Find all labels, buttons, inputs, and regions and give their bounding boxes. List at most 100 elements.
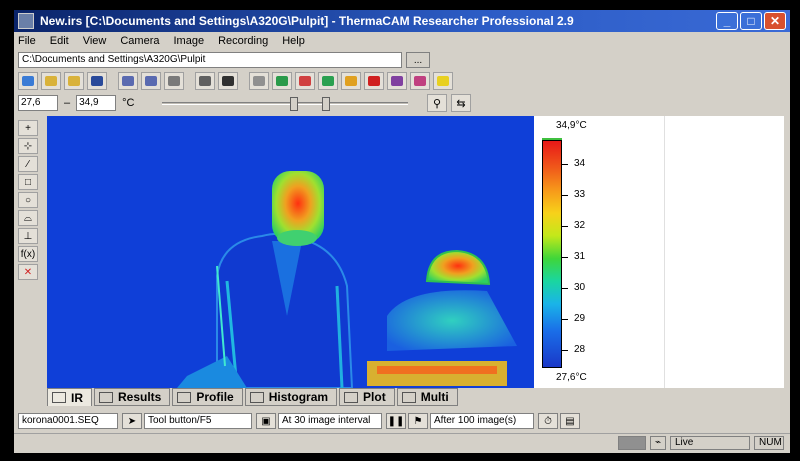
- help-icon: [437, 76, 449, 86]
- stop-button[interactable]: [364, 72, 384, 90]
- record-icon: [391, 76, 403, 86]
- menu-help[interactable]: Help: [282, 35, 305, 47]
- recording-row: korona0001.SEQ ➤ Tool button/F5 ▣ At 30 …: [18, 412, 582, 430]
- slider-min-thumb[interactable]: [290, 97, 298, 111]
- finish-flag-button[interactable]: ⚑: [408, 413, 428, 429]
- tab-profile[interactable]: Profile: [172, 388, 243, 406]
- tab-label: Histogram: [268, 390, 329, 404]
- scale-min-label: 27,6°C: [556, 372, 587, 383]
- scale-tick: [562, 350, 568, 351]
- tab-label: Plot: [363, 390, 386, 404]
- record-button[interactable]: [387, 72, 407, 90]
- new-button[interactable]: [18, 72, 38, 90]
- swap-range-button[interactable]: ⇆: [451, 94, 471, 112]
- scale-tick: [562, 226, 568, 227]
- scale-tick-label: 33: [574, 189, 586, 200]
- save-button[interactable]: [87, 72, 107, 90]
- sequence-file-field[interactable]: korona0001.SEQ: [18, 413, 118, 429]
- view-tabs: IR Results Profile Histogram Plot Multi: [47, 388, 460, 406]
- flag-icon: ⚑: [413, 415, 423, 427]
- pointer-icon: ➤: [127, 415, 137, 427]
- pause-button[interactable]: ❚❚: [386, 413, 406, 429]
- app-icon[interactable]: [18, 13, 34, 29]
- range-min-field[interactable]: 27,6: [18, 95, 58, 111]
- range-slider[interactable]: [162, 97, 408, 111]
- bulb-button[interactable]: [341, 72, 361, 90]
- star-icon: [322, 76, 334, 86]
- menu-edit[interactable]: Edit: [50, 35, 69, 47]
- analysis-tool-0[interactable]: +: [18, 120, 38, 136]
- analysis-tool-7[interactable]: f(x): [18, 246, 38, 262]
- menu-camera[interactable]: Camera: [120, 35, 159, 47]
- ir-image[interactable]: [47, 116, 534, 388]
- print-button[interactable]: [195, 72, 215, 90]
- analysis-tool-1[interactable]: ⊹: [18, 138, 38, 154]
- settings-button[interactable]: [410, 72, 430, 90]
- camera-button[interactable]: [249, 72, 269, 90]
- path-field[interactable]: C:\Documents and Settings\A320G\Pulpit: [18, 52, 402, 68]
- menu-file[interactable]: File: [18, 35, 36, 47]
- trigger-button[interactable]: ➤: [122, 413, 142, 429]
- arrows-button[interactable]: [218, 72, 238, 90]
- swap-icon: ⇆: [456, 97, 466, 110]
- tab-plot[interactable]: Plot: [339, 388, 395, 406]
- range-row: 27,6 – 34,9 °C ⚲ ⇆: [14, 92, 790, 114]
- title-bar: New.irs [C:\Documents and Settings\A320G…: [14, 10, 790, 32]
- range-max-field[interactable]: 34,9: [76, 95, 117, 111]
- target-icon: [299, 76, 311, 86]
- scale-tick-label: 30: [574, 282, 586, 293]
- slider-max-thumb[interactable]: [322, 97, 330, 111]
- maximize-button[interactable]: □: [740, 12, 762, 30]
- timer-button[interactable]: ⏱: [538, 413, 558, 429]
- scale-tick: [562, 288, 568, 289]
- temperature-scale: 34,9°C 34 33 32 31 30 29 28 27,6°C: [534, 116, 664, 388]
- analysis-tool-8[interactable]: ✕: [18, 264, 38, 280]
- palette-button[interactable]: [272, 72, 292, 90]
- copy-sequence-button[interactable]: [141, 72, 161, 90]
- scale-tick: [562, 164, 568, 165]
- target-button[interactable]: [295, 72, 315, 90]
- browse-button[interactable]: ...: [406, 52, 430, 68]
- print-icon: [199, 76, 211, 86]
- analysis-tool-2[interactable]: ∕: [18, 156, 38, 172]
- open-sequence-button[interactable]: [64, 72, 84, 90]
- settings-icon: [414, 76, 426, 86]
- minimize-button[interactable]: _: [716, 12, 738, 30]
- range-separator: –: [64, 97, 71, 109]
- copy-sequence-icon: [145, 76, 157, 86]
- path-row: C:\Documents and Settings\A320G\Pulpit .…: [14, 50, 790, 70]
- tab-ir[interactable]: IR: [47, 388, 92, 406]
- scale-tick-label: 34: [574, 158, 586, 169]
- close-button[interactable]: ✕: [764, 12, 786, 30]
- tab-results[interactable]: Results: [94, 388, 171, 406]
- menu-recording[interactable]: Recording: [218, 35, 268, 47]
- analysis-tool-4[interactable]: ○: [18, 192, 38, 208]
- copy-button[interactable]: [118, 72, 138, 90]
- tab-histogram[interactable]: Histogram: [244, 388, 338, 406]
- open-icon: [45, 76, 57, 86]
- bulb-icon: [345, 76, 357, 86]
- pause-icon: ❚❚: [387, 415, 405, 427]
- clock-icon: ⏱: [544, 415, 552, 427]
- menu-image[interactable]: Image: [173, 35, 204, 47]
- copy-icon: [122, 76, 134, 86]
- record-button[interactable]: ▤: [560, 413, 580, 429]
- stop-condition-field: After 100 image(s): [430, 413, 534, 429]
- scale-tick-label: 31: [574, 251, 586, 262]
- range-unit: °C: [122, 97, 135, 109]
- open-button[interactable]: [41, 72, 61, 90]
- save-sequence-button[interactable]: ▣: [256, 413, 276, 429]
- menu-view[interactable]: View: [83, 35, 107, 47]
- analysis-tool-3[interactable]: □: [18, 174, 38, 190]
- scale-tick-label: 28: [574, 344, 586, 355]
- report-button[interactable]: [164, 72, 184, 90]
- stop-icon: [368, 76, 380, 86]
- star-button[interactable]: [318, 72, 338, 90]
- analysis-tool-6[interactable]: ⊥: [18, 228, 38, 244]
- auto-adjust-button[interactable]: ⚲: [427, 94, 447, 112]
- analysis-tool-5[interactable]: ⌓: [18, 210, 38, 226]
- help-button[interactable]: [433, 72, 453, 90]
- tab-multi[interactable]: Multi: [396, 388, 458, 406]
- profile-icon: [177, 391, 192, 403]
- record-icon: ▤: [565, 415, 575, 427]
